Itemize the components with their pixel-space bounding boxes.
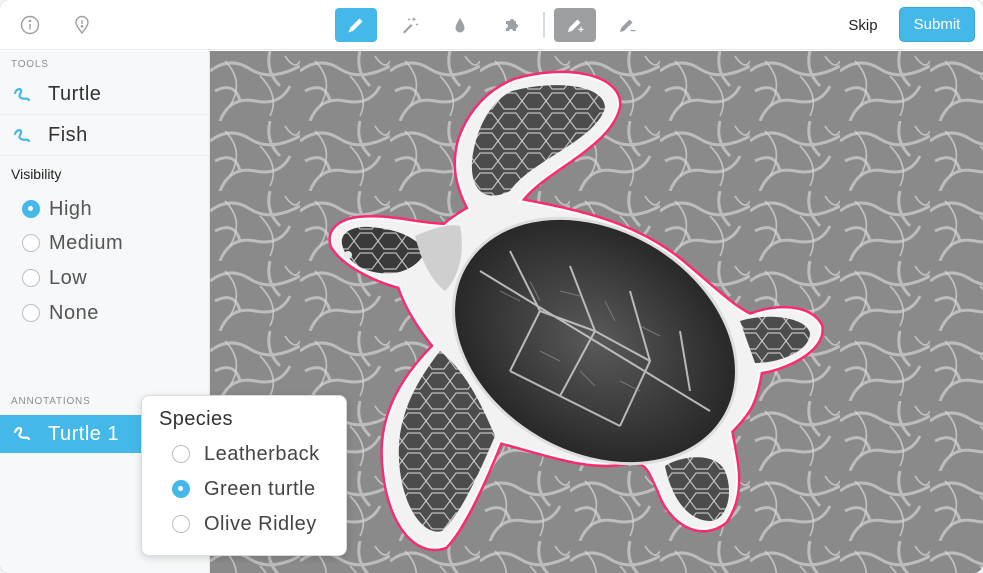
top-toolbar: Skip Submit	[0, 0, 983, 50]
annotations-section-label: ANNOTATIONS	[11, 396, 91, 407]
submit-button[interactable]: Submit	[899, 7, 975, 42]
visibility-option-low[interactable]: Low	[22, 264, 87, 292]
skip-button[interactable]: Skip	[836, 8, 890, 42]
pencil-icon[interactable]	[335, 8, 377, 42]
location-pin-icon[interactable]	[61, 8, 103, 42]
tool-item-turtle[interactable]: Turtle	[0, 75, 209, 115]
radio-button[interactable]	[172, 445, 190, 463]
radio-button[interactable]	[22, 234, 40, 252]
radio-label: Medium	[49, 231, 124, 254]
visibility-title: Visibility	[11, 166, 62, 182]
radio-button[interactable]	[22, 200, 40, 218]
tools-section-label: TOOLS	[11, 59, 49, 70]
polygon-icon	[12, 424, 32, 444]
radio-label: Leatherback	[204, 442, 320, 465]
radio-button[interactable]	[22, 304, 40, 322]
pencil-remove-icon[interactable]	[606, 8, 648, 42]
radio-label: Olive Ridley	[204, 512, 317, 535]
annotation-app: Skip Submit TOOLS Turtle Fish Visibility	[0, 0, 983, 573]
radio-label: Green turtle	[204, 477, 316, 500]
pencil-add-icon[interactable]	[554, 8, 596, 42]
radio-button[interactable]	[22, 269, 40, 287]
annotation-label: Turtle 1	[48, 422, 120, 445]
visibility-option-high[interactable]: High	[22, 195, 92, 223]
tool-label: Turtle	[48, 83, 102, 105]
radio-button[interactable]	[172, 515, 190, 533]
magic-wand-icon[interactable]	[389, 8, 431, 42]
radio-label: High	[49, 197, 93, 220]
radio-label: None	[49, 301, 99, 324]
species-option-olive-ridley[interactable]: Olive Ridley	[172, 510, 317, 538]
radio-button[interactable]	[172, 480, 190, 498]
species-option-green-turtle[interactable]: Green turtle	[172, 475, 316, 503]
visibility-option-none[interactable]: None	[22, 299, 99, 327]
annotation-item-turtle-1[interactable]: Turtle 1	[0, 415, 150, 453]
drop-icon[interactable]	[439, 8, 481, 42]
polygon-icon	[12, 126, 32, 146]
toolbar-separator	[543, 12, 545, 38]
species-popup: Species Leatherback Green turtle Olive R…	[141, 395, 347, 556]
species-title: Species	[159, 408, 233, 430]
info-icon[interactable]	[9, 8, 51, 42]
tool-item-fish[interactable]: Fish	[0, 116, 209, 156]
radio-label: Low	[49, 266, 88, 289]
tool-label: Fish	[48, 124, 88, 146]
puzzle-icon[interactable]	[491, 8, 533, 42]
polygon-icon	[12, 85, 32, 105]
visibility-option-medium[interactable]: Medium	[22, 229, 123, 257]
species-option-leatherback[interactable]: Leatherback	[172, 440, 320, 468]
